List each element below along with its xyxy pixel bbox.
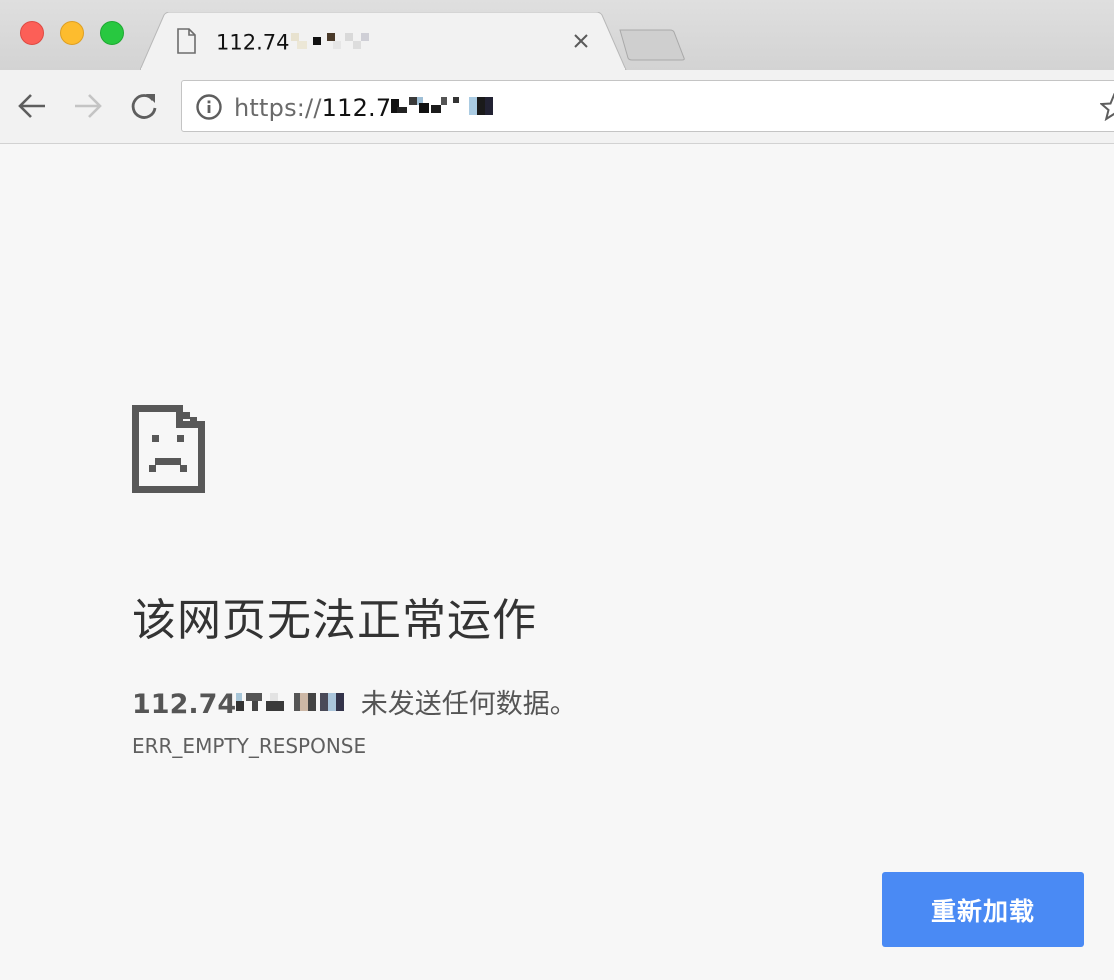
new-tab-button[interactable]: [618, 28, 686, 62]
error-message: 未发送任何数据。: [352, 689, 577, 720]
forward-button[interactable]: [70, 88, 106, 124]
tab-background: [140, 12, 627, 70]
close-icon: [574, 34, 588, 48]
url-scheme: https://: [234, 94, 322, 122]
sad-page-icon: [132, 405, 205, 493]
tab-title: 112.74: [216, 29, 373, 58]
redacted-pixels: [236, 689, 352, 722]
browser-window: 112.74 https://112.7 该网页无法正常运作 112.74 未发…: [0, 0, 1114, 980]
active-tab[interactable]: 112.74: [140, 12, 632, 70]
reload-page-button[interactable]: 重新加载: [882, 872, 1084, 947]
star-icon[interactable]: [1098, 92, 1114, 125]
arrow-left-icon: [18, 94, 45, 118]
page-icon: [176, 28, 196, 58]
browser-toolbar: https://112.7: [0, 70, 1114, 144]
reload-button[interactable]: [126, 88, 162, 124]
address-bar[interactable]: https://112.7: [181, 80, 1114, 132]
arrow-right-icon: [75, 94, 102, 118]
error-code: ERR_EMPTY_RESPONSE: [132, 734, 367, 758]
window-close-button[interactable]: [20, 21, 44, 45]
info-icon[interactable]: [195, 93, 223, 125]
url-host: 112.7: [321, 94, 392, 122]
window-maximize-button[interactable]: [100, 21, 124, 45]
tab-strip: 112.74: [0, 0, 1114, 70]
window-minimize-button[interactable]: [60, 21, 84, 45]
redacted-pixels: [289, 29, 373, 58]
error-host: 112.74: [132, 689, 237, 720]
back-button[interactable]: [14, 88, 50, 124]
error-page: 该网页无法正常运作 112.74 未发送任何数据。 ERR_EMPTY_RESP…: [0, 144, 1114, 980]
redacted-pixels: [391, 93, 499, 125]
url-text[interactable]: https://112.7: [234, 93, 499, 125]
tab-close-button[interactable]: [568, 28, 594, 54]
error-detail: 112.74 未发送任何数据。: [132, 682, 577, 722]
error-heading: 该网页无法正常运作: [132, 595, 537, 646]
reload-icon: [131, 94, 157, 119]
